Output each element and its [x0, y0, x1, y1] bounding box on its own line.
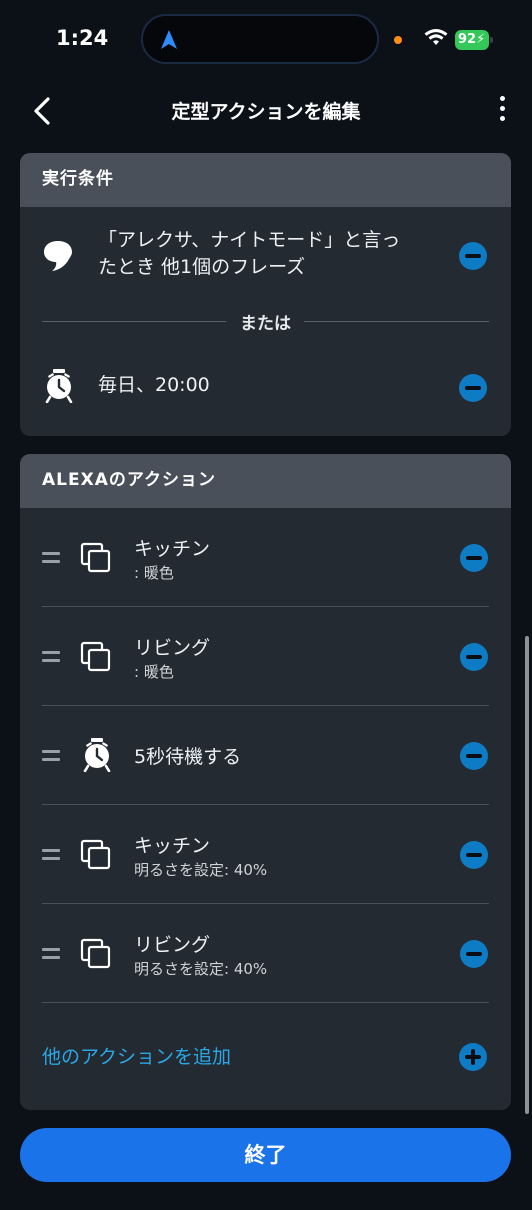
navigation-bar: 定型アクションを編集	[0, 80, 532, 140]
device-group-icon	[80, 641, 111, 672]
drag-handle-icon[interactable]	[42, 750, 60, 766]
privacy-indicator	[394, 36, 402, 44]
remove-action-button[interactable]	[460, 643, 488, 671]
battery-indicator: 92⚡	[455, 30, 493, 50]
page-title: 定型アクションを編集	[171, 101, 361, 123]
charging-bolt-icon: ⚡	[476, 32, 486, 47]
add-action-link[interactable]: 他のアクションを追加	[42, 1042, 231, 1069]
trigger-voice-line1: 「アレクサ、ナイトモード」と言っ	[98, 229, 401, 251]
action-subtitle: : 暖色	[134, 564, 174, 582]
action-subtitle: : 暖色	[134, 663, 174, 681]
dynamic-island	[141, 14, 379, 64]
remove-action-button[interactable]	[460, 940, 488, 968]
actions-card-header: ALEXAのアクション	[20, 454, 511, 508]
battery-level: 92	[458, 32, 477, 47]
done-button[interactable]: 終了	[20, 1128, 511, 1182]
trigger-voice[interactable]: 「アレクサ、ナイトモード」と言っ たとき 他1個のフレーズ	[98, 227, 400, 281]
status-time: 1:24	[56, 26, 109, 50]
trigger-card: 実行条件 「アレクサ、ナイトモード」と言っ たとき 他1個のフレーズ または 毎…	[20, 153, 511, 436]
action-row[interactable]: リビング 明るさを設定: 40%	[42, 904, 489, 1003]
action-row[interactable]: リビング : 暖色	[42, 607, 489, 706]
drag-handle-icon[interactable]	[42, 849, 60, 865]
trigger-voice-line2: たとき 他1個のフレーズ	[98, 256, 306, 278]
actions-card: ALEXAのアクション キッチン : 暖色 リビング : 暖色 5秒待機する キ…	[20, 454, 511, 1110]
action-row[interactable]: 5秒待機する	[42, 706, 489, 805]
device-group-icon	[80, 938, 111, 969]
action-title: 5秒待機する	[134, 746, 242, 768]
trigger-schedule[interactable]: 毎日、20:00	[98, 372, 210, 399]
action-row[interactable]: キッチン : 暖色	[42, 508, 489, 607]
alarm-clock-icon	[83, 738, 111, 772]
add-action-button[interactable]	[459, 1043, 487, 1071]
trigger-card-header: 実行条件	[20, 153, 511, 207]
status-bar: 1:24 92⚡	[0, 0, 532, 80]
drag-handle-icon[interactable]	[42, 552, 60, 568]
more-options-icon[interactable]	[496, 96, 508, 126]
wifi-icon	[424, 29, 448, 45]
action-title: リビング	[134, 934, 211, 956]
action-title: キッチン	[134, 538, 211, 560]
device-group-icon	[80, 542, 111, 573]
or-label: または	[230, 314, 301, 334]
divider	[42, 1002, 489, 1003]
action-title: リビング	[134, 637, 211, 659]
scrollbar[interactable]	[525, 636, 529, 1114]
speech-bubble-icon	[44, 241, 72, 271]
remove-action-button[interactable]	[460, 742, 488, 770]
action-row[interactable]: キッチン 明るさを設定: 40%	[42, 805, 489, 904]
remove-trigger-schedule-button[interactable]	[459, 374, 487, 402]
remove-action-button[interactable]	[460, 544, 488, 572]
action-title: キッチン	[134, 835, 211, 857]
remove-action-button[interactable]	[460, 841, 488, 869]
device-group-icon	[80, 839, 111, 870]
drag-handle-icon[interactable]	[42, 651, 60, 667]
remove-trigger-voice-button[interactable]	[459, 242, 487, 270]
navigation-arrow-icon	[161, 30, 177, 49]
action-subtitle: 明るさを設定: 40%	[134, 960, 268, 978]
or-separator: または	[42, 309, 489, 334]
action-subtitle: 明るさを設定: 40%	[134, 861, 268, 879]
battery-cap	[490, 37, 493, 43]
alarm-clock-icon	[45, 369, 73, 403]
drag-handle-icon[interactable]	[42, 948, 60, 964]
